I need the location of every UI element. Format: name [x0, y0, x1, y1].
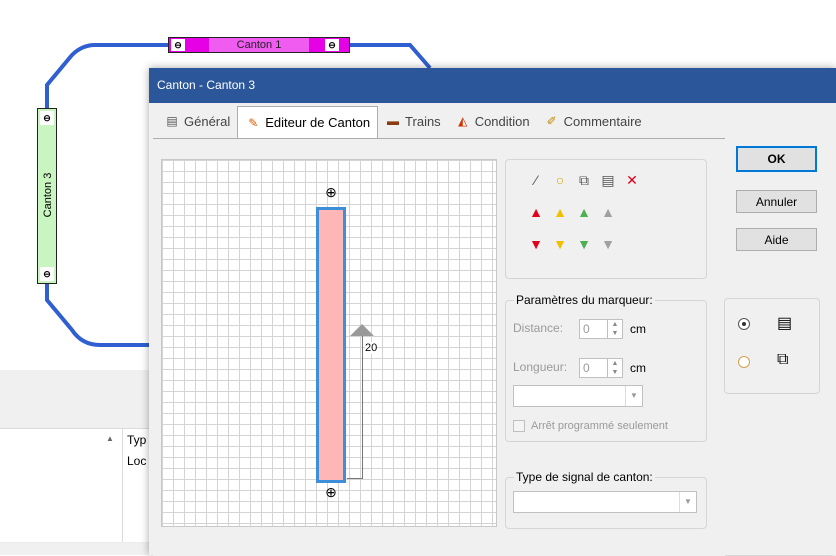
list-row[interactable]: [0, 470, 160, 489]
marker-line-foot: [347, 478, 363, 479]
magic-wand-icon[interactable]: ⁄: [528, 172, 544, 189]
view-single-radio[interactable]: [738, 318, 750, 330]
tab-bar: ▤ Général ✎ Editeur de Canton ▬ Trains ◭…: [157, 106, 649, 138]
tab-label: Editeur de Canton: [265, 115, 371, 130]
list-row[interactable]: [0, 524, 160, 543]
view-multi-radio[interactable]: [738, 356, 750, 368]
grey-down-arrow-icon[interactable]: ▼: [600, 236, 616, 252]
comment-icon: ✐: [546, 114, 557, 128]
canton-3-label: Canton 3: [42, 172, 54, 218]
track-line: [45, 284, 149, 347]
single-document-icon: ▤: [777, 315, 793, 332]
chevron-down-icon: ▼: [625, 386, 642, 406]
list-row[interactable]: [0, 506, 160, 525]
tab-trains[interactable]: ▬ Trains: [378, 106, 448, 136]
canton-block-shape[interactable]: [316, 207, 346, 483]
canton-3-block[interactable]: ⊖ Canton 3 ⊖: [37, 108, 57, 284]
tab-label: Trains: [405, 113, 441, 129]
help-button[interactable]: Aide: [736, 228, 817, 251]
editor-icon: ✎: [248, 115, 259, 130]
chevron-down-icon: ▼: [679, 492, 696, 512]
red-up-arrow-icon[interactable]: ▲: [528, 204, 544, 220]
spin-arrows-icon[interactable]: ▲ ▼: [607, 320, 622, 338]
length-unit: cm: [630, 361, 646, 375]
track-line: [350, 43, 432, 70]
length-field[interactable]: 0 ▲ ▼: [579, 358, 623, 378]
delete-icon[interactable]: ✕: [624, 172, 640, 189]
tool-row-down-arrows: ▼ ▼ ▼ ▼: [528, 236, 616, 252]
editor-toolbox: ⁄ ○ ⧉ ▤ ✕ ▲ ▲ ▲ ▲ ▼ ▼ ▼ ▼: [505, 159, 707, 279]
marker-params-title: Paramètres du marqueur:: [514, 293, 655, 307]
tab-editeur-de-canton[interactable]: ✎ Editeur de Canton: [237, 106, 379, 138]
length-label: Longueur:: [513, 360, 568, 374]
marker-triangle-icon[interactable]: [350, 324, 374, 336]
block-end-bottom-icon: ⊕: [325, 484, 337, 500]
canton-1-block[interactable]: ⊖ Canton 1 ⊖: [168, 37, 350, 53]
condition-icon: ◭: [458, 114, 468, 128]
cancel-button[interactable]: Annuler: [736, 190, 817, 213]
tab-condition[interactable]: ◭ Condition: [448, 106, 537, 136]
marker-line: [362, 336, 363, 479]
tool-row-main: ⁄ ○ ⧉ ▤ ✕: [528, 172, 640, 189]
spin-arrows-icon[interactable]: ▲ ▼: [607, 359, 622, 377]
block-end-top-icon: ⊕: [325, 184, 337, 200]
yellow-up-arrow-icon[interactable]: ▲: [552, 204, 568, 220]
red-down-arrow-icon[interactable]: ▼: [528, 236, 544, 252]
tab-general[interactable]: ▤ Général: [157, 106, 237, 136]
grey-up-arrow-icon[interactable]: ▲: [600, 204, 616, 220]
buffer-bottom-icon: ⊖: [40, 267, 54, 281]
column-header-type[interactable]: Typ: [122, 429, 146, 452]
scheduled-stop-checkbox[interactable]: [513, 420, 525, 432]
view-mode-group: ▤ ⧉: [724, 298, 820, 394]
signal-type-group: Type de signal de canton: ▼: [505, 470, 707, 529]
tab-label: Général: [184, 113, 231, 129]
buffer-right-icon: ⊖: [325, 39, 339, 51]
canton-1-label: Canton 1: [209, 38, 309, 52]
yellow-down-arrow-icon[interactable]: ▼: [552, 236, 568, 252]
multi-document-icon: ⧉: [777, 351, 789, 368]
length-value: 0: [583, 361, 590, 375]
distance-unit: cm: [630, 322, 646, 336]
scheduled-stop-label: Arrêt programmé seulement: [531, 420, 668, 432]
distance-value: 0: [583, 322, 590, 336]
general-icon: ▤: [166, 114, 178, 128]
signal-type-dropdown[interactable]: ▼: [513, 491, 697, 513]
canton-editor-grid[interactable]: ⊕ ⊕ 20: [161, 159, 497, 527]
ok-button[interactable]: OK: [736, 146, 817, 172]
buffer-left-icon: ⊖: [171, 39, 185, 51]
tab-commentaire[interactable]: ✐ Commentaire: [537, 106, 649, 136]
distance-label: Distance:: [513, 321, 564, 335]
list-cell: Loc: [127, 454, 147, 468]
trains-icon: ▬: [387, 114, 400, 128]
signal-type-title: Type de signal de canton:: [514, 470, 655, 484]
marker-type-dropdown[interactable]: ▼: [513, 385, 643, 407]
copy-icon[interactable]: ⧉: [576, 172, 592, 189]
dialog-titlebar[interactable]: Canton - Canton 3: [149, 68, 836, 103]
tool-row-up-arrows: ▲ ▲ ▲ ▲: [528, 204, 616, 220]
distance-field[interactable]: 0 ▲ ▼: [579, 319, 623, 339]
marker-params-group: Paramètres du marqueur: Distance: 0 ▲ ▼ c…: [505, 293, 707, 442]
green-up-arrow-icon[interactable]: ▲: [576, 204, 592, 220]
buffer-top-icon: ⊖: [40, 111, 54, 125]
tab-label: Condition: [474, 113, 530, 129]
list-header: ▲ Typ: [0, 428, 160, 453]
list-row[interactable]: [0, 488, 160, 507]
marker-value: 20: [365, 342, 378, 354]
sort-asc-icon[interactable]: ▲: [106, 434, 114, 443]
list-row[interactable]: Loc: [0, 452, 160, 471]
tab-label: Commentaire: [563, 113, 642, 129]
properties-icon[interactable]: ▤: [600, 172, 616, 189]
green-down-arrow-icon[interactable]: ▼: [576, 236, 592, 252]
dialog-title: Canton - Canton 3: [157, 78, 256, 92]
circle-icon[interactable]: ○: [552, 172, 568, 189]
canton-dialog: Canton - Canton 3 ▤ Général ✎ Editeur de…: [149, 68, 836, 556]
